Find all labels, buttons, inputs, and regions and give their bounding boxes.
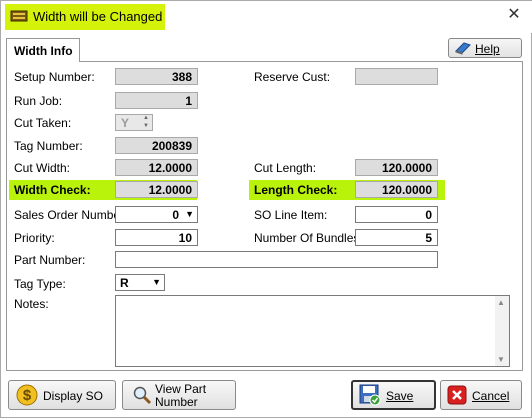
help-book-icon bbox=[455, 42, 471, 55]
cut-length-label: Cut Length: bbox=[254, 161, 317, 175]
view-part-label-line1: View Part bbox=[155, 382, 207, 396]
close-icon[interactable]: ✕ bbox=[495, 1, 532, 29]
part-number-label: Part Number: bbox=[14, 253, 86, 267]
part-number-field[interactable] bbox=[115, 251, 438, 268]
sales-order-number-value: 0 bbox=[172, 208, 179, 222]
length-check-field: 120.0000 bbox=[355, 181, 438, 198]
scroll-down-icon[interactable]: ▼ bbox=[497, 355, 505, 364]
sales-order-number-label: Sales Order Number: bbox=[14, 208, 128, 222]
title-bar: Width will be Changed ✕ bbox=[1, 1, 532, 33]
app-icon bbox=[10, 9, 28, 23]
help-label: Help bbox=[475, 42, 500, 56]
chevron-down-icon: ▼ bbox=[152, 277, 161, 287]
help-button[interactable]: Help bbox=[448, 38, 522, 58]
tag-number-label: Tag Number: bbox=[14, 139, 83, 153]
number-of-bundles-field[interactable]: 5 bbox=[355, 229, 438, 246]
width-check-field: 12.0000 bbox=[115, 181, 198, 198]
chevron-down-icon: ▼ bbox=[185, 209, 194, 219]
width-check-label: Width Check: bbox=[14, 183, 91, 197]
cut-taken-label: Cut Taken: bbox=[14, 116, 72, 130]
save-button[interactable]: Save bbox=[351, 380, 436, 410]
save-disk-icon bbox=[359, 384, 381, 406]
tag-number-field: 200839 bbox=[115, 137, 198, 154]
sales-order-number-dropdown[interactable]: 0 ▼ bbox=[115, 206, 198, 223]
window-title: Width will be Changed bbox=[33, 9, 163, 24]
scroll-up-icon[interactable]: ▲ bbox=[497, 298, 505, 307]
notes-scrollbar[interactable]: ▲ ▼ bbox=[495, 296, 509, 366]
number-of-bundles-label: Number Of Bundles: bbox=[254, 231, 363, 245]
reserve-cust-field bbox=[355, 68, 438, 85]
cancel-x-icon bbox=[447, 385, 467, 405]
svg-text:$: $ bbox=[23, 387, 32, 404]
cut-length-field: 120.0000 bbox=[355, 159, 438, 176]
priority-label: Priority: bbox=[14, 231, 55, 245]
cut-width-label: Cut Width: bbox=[14, 161, 71, 175]
dollar-icon: $ bbox=[16, 384, 38, 406]
view-part-number-button[interactable]: View Part Number bbox=[122, 380, 236, 410]
cancel-label: Cancel bbox=[472, 389, 510, 403]
cut-taken-spinner: Y ▲ ▼ bbox=[115, 114, 153, 131]
cut-taken-value: Y bbox=[121, 116, 130, 130]
reserve-cust-label: Reserve Cust: bbox=[254, 70, 331, 84]
setup-number-field: 388 bbox=[115, 68, 198, 85]
tag-type-label: Tag Type: bbox=[14, 277, 66, 291]
tab-width-info[interactable]: Width Info bbox=[6, 38, 80, 62]
spin-up-icon: ▲ bbox=[143, 115, 149, 121]
cut-width-field: 12.0000 bbox=[115, 159, 198, 176]
so-line-item-field[interactable]: 0 bbox=[355, 206, 438, 223]
tag-type-dropdown[interactable]: R ▼ bbox=[115, 274, 165, 291]
view-part-label-line2: Number bbox=[155, 395, 198, 409]
priority-field[interactable]: 10 bbox=[115, 229, 198, 246]
dialog-window: Width will be Changed ✕ Width Info Help … bbox=[0, 0, 532, 418]
display-so-button[interactable]: $ Display SO bbox=[8, 380, 116, 410]
magnifier-icon bbox=[133, 386, 152, 405]
display-so-label: Display SO bbox=[43, 389, 104, 403]
length-check-label: Length Check: bbox=[254, 183, 338, 197]
spin-down-icon: ▼ bbox=[143, 123, 149, 129]
setup-number-label: Setup Number: bbox=[14, 70, 95, 84]
save-label: Save bbox=[386, 389, 414, 403]
tag-type-value: R bbox=[120, 276, 129, 290]
cancel-button[interactable]: Cancel bbox=[440, 380, 522, 410]
notes-textarea[interactable]: ▲ ▼ bbox=[115, 295, 510, 367]
run-job-label: Run Job: bbox=[14, 94, 63, 108]
notes-label: Notes: bbox=[14, 297, 49, 311]
so-line-item-label: SO Line Item: bbox=[254, 208, 328, 222]
run-job-field: 1 bbox=[115, 92, 198, 109]
